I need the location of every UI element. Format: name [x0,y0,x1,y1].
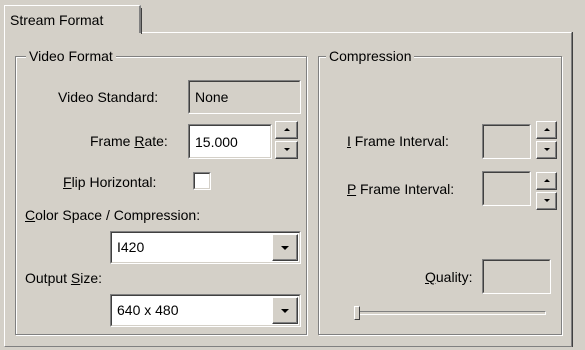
stream-format-dialog: Stream Format Video Format Video Standar… [0,0,585,350]
tab-stream-format[interactable]: Stream Format [4,5,142,34]
tab-panel [4,32,573,347]
tab-label: Stream Format [10,12,104,28]
